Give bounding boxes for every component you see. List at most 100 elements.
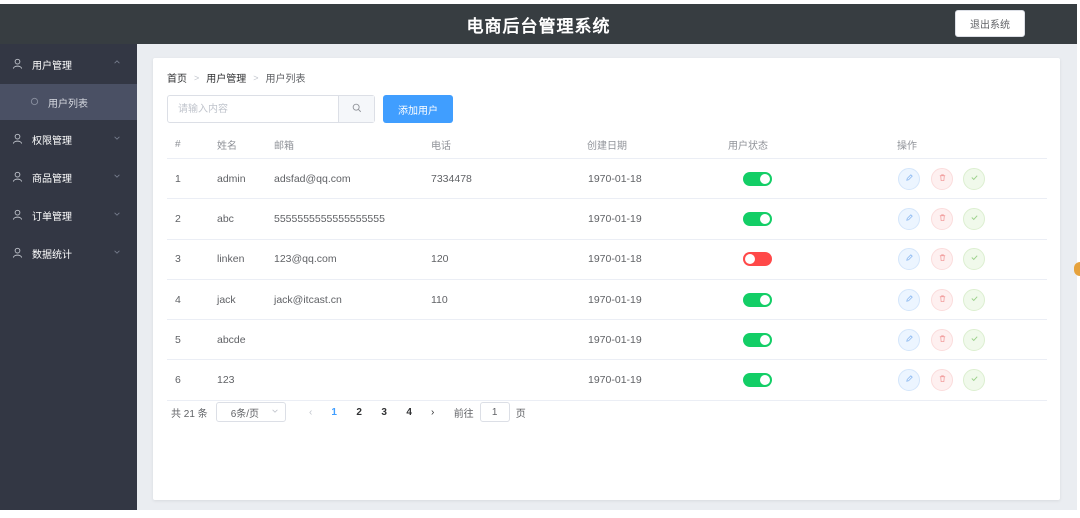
- user-email: 123@qq.com: [274, 253, 337, 266]
- assign-role-button[interactable]: [963, 207, 985, 230]
- edit-icon: [905, 294, 914, 306]
- switch-knob: [760, 294, 770, 305]
- delete-icon: [938, 374, 947, 386]
- check-icon: [970, 334, 979, 346]
- sidebar-subitem-label: 用户列表: [48, 98, 88, 110]
- header-bar: 电商后台管理系统 退出系统: [0, 4, 1077, 44]
- sidebar-item-label: 用户管理: [32, 60, 72, 72]
- user-status-switch[interactable]: [743, 211, 772, 226]
- prev-page-button[interactable]: ‹: [300, 407, 322, 418]
- column-header: 创建日期: [587, 141, 627, 152]
- check-icon: [970, 374, 979, 386]
- search-button[interactable]: [338, 96, 374, 122]
- edit-button[interactable]: [898, 369, 920, 392]
- assign-role-button[interactable]: [963, 167, 985, 190]
- next-page-button[interactable]: ›: [422, 407, 444, 418]
- table-row: 3 linken 123@qq.com 120 1970-01-18: [167, 240, 1047, 280]
- delete-button[interactable]: [931, 248, 953, 271]
- user-status-switch[interactable]: [743, 252, 772, 267]
- edit-button[interactable]: [898, 167, 920, 190]
- edit-icon: [905, 173, 914, 185]
- assign-role-button[interactable]: [963, 328, 985, 351]
- user-name: jack: [217, 293, 236, 306]
- page-size-value: 6条/页: [230, 408, 260, 420]
- created-date: 1970-01-18: [588, 253, 642, 266]
- created-date: 1970-01-19: [588, 293, 642, 306]
- created-date: 1970-01-19: [588, 212, 642, 225]
- delete-icon: [938, 173, 947, 185]
- user-email: jack@itcast.cn: [274, 293, 342, 306]
- column-header: 操作: [897, 141, 917, 152]
- user-table: # 姓名 邮箱 电话 创建日期 用户状态 操作 1 admin adsfad@qq.…: [167, 131, 1047, 401]
- user-name: linken: [217, 253, 245, 266]
- edit-button[interactable]: [898, 207, 920, 230]
- page-number[interactable]: 4: [397, 407, 422, 418]
- user-status-switch[interactable]: [743, 171, 772, 186]
- assign-role-button[interactable]: [963, 369, 985, 392]
- page-number[interactable]: 3: [372, 407, 397, 418]
- goto-page-input[interactable]: [479, 402, 510, 422]
- user-name: admin: [217, 172, 246, 185]
- edit-button[interactable]: [898, 288, 920, 311]
- user-list-card: 首页 > 用户管理 > 用户列表 添加用户 # 姓名 邮箱 电话 创建日期 用户…: [153, 58, 1060, 500]
- chevron-down-icon: [113, 172, 123, 182]
- edit-button[interactable]: [898, 328, 920, 351]
- chevron-down-icon: [113, 248, 123, 258]
- page-number[interactable]: 1: [322, 407, 347, 418]
- assign-role-button[interactable]: [963, 248, 985, 271]
- sidebar-item-order-management[interactable]: 订单管理: [0, 196, 137, 234]
- page-unit-label: 页: [515, 408, 526, 420]
- user-status-switch[interactable]: [743, 332, 772, 347]
- edit-icon: [905, 334, 914, 346]
- user-phone: 7334478: [431, 172, 472, 185]
- switch-knob: [760, 173, 770, 184]
- scroll-handle[interactable]: [1074, 262, 1080, 276]
- goto-label: 前往: [453, 408, 474, 420]
- page-size-select[interactable]: 6条/页: [215, 402, 286, 422]
- pagination-total: 共 21 条: [171, 408, 208, 420]
- delete-icon: [938, 213, 947, 225]
- add-user-button[interactable]: 添加用户: [383, 95, 453, 123]
- delete-button[interactable]: [931, 207, 953, 230]
- search-box: [167, 95, 375, 123]
- sidebar-item-goods-management[interactable]: 商品管理: [0, 158, 137, 196]
- sidebar-item-data-statistics[interactable]: 数据统计: [0, 234, 137, 272]
- sidebar-item-user-management[interactable]: 用户管理: [0, 44, 137, 84]
- column-header: #: [175, 139, 181, 150]
- edit-button[interactable]: [898, 248, 920, 271]
- row-index: 1: [175, 172, 181, 185]
- delete-button[interactable]: [931, 288, 953, 311]
- check-icon: [970, 253, 979, 265]
- row-index: 4: [175, 293, 181, 306]
- sidebar-item-permission-management[interactable]: 权限管理: [0, 120, 137, 158]
- delete-icon: [938, 334, 947, 346]
- switch-knob: [760, 375, 770, 386]
- user-phone: 110: [431, 293, 448, 306]
- delete-button[interactable]: [931, 328, 953, 351]
- sidebar-subitem-user-list[interactable]: 用户列表: [0, 84, 137, 120]
- user-icon: [12, 171, 24, 183]
- delete-button[interactable]: [931, 167, 953, 190]
- breadcrumb-user-list: 用户列表: [265, 74, 306, 85]
- edit-icon: [905, 213, 914, 225]
- column-header: 用户状态: [728, 141, 768, 152]
- user-status-switch[interactable]: [743, 373, 772, 388]
- chevron-down-icon: [271, 407, 279, 418]
- logout-button[interactable]: 退出系统: [955, 10, 1025, 37]
- page-number[interactable]: 2: [347, 407, 372, 418]
- search-input[interactable]: [168, 96, 338, 122]
- table-row: 2 abc 5555555555555555555 1970-01-19: [167, 199, 1047, 240]
- check-icon: [970, 294, 979, 306]
- delete-button[interactable]: [931, 369, 953, 392]
- sidebar-item-label: 数据统计: [32, 249, 72, 261]
- breadcrumb-home[interactable]: 首页: [167, 70, 187, 85]
- chevron-right-icon: >: [194, 72, 200, 83]
- column-header: 邮箱: [274, 141, 294, 152]
- created-date: 1970-01-18: [588, 172, 642, 185]
- pagination: 共 21 条 6条/页 ‹ 1 2 3 4 › 前往 页: [171, 401, 526, 423]
- assign-role-button[interactable]: [963, 288, 985, 311]
- search-icon: [352, 103, 362, 116]
- column-header: 电话: [431, 141, 451, 152]
- user-status-switch[interactable]: [743, 292, 772, 307]
- chevron-up-icon: [113, 58, 123, 68]
